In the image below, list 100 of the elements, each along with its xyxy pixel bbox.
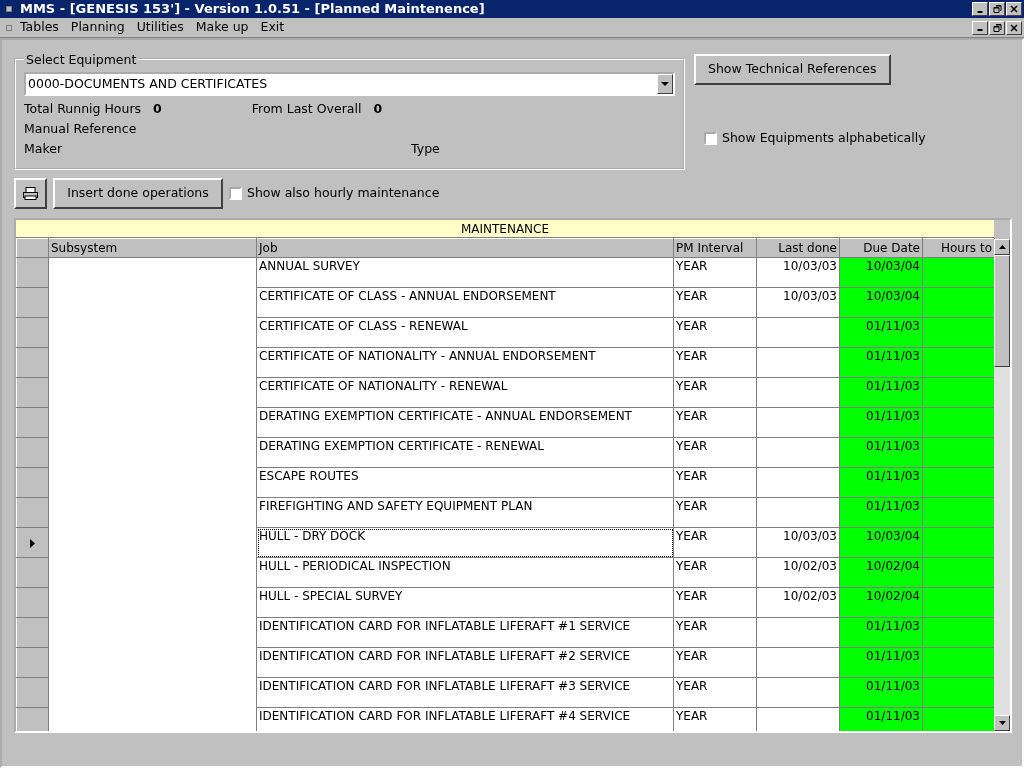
system-menu-icon[interactable] (6, 6, 12, 12)
table-cell: YEAR (673, 287, 757, 318)
menu-item[interactable]: Utilities (136, 18, 184, 37)
table-cell: YEAR (673, 407, 757, 438)
checkbox-label: Show Equipments alphabetically (722, 129, 926, 147)
column-header[interactable]: Due Date (839, 238, 923, 258)
table-cell: YEAR (673, 257, 757, 288)
menu-item[interactable]: Exit (260, 18, 285, 37)
table-cell: IDENTIFICATION CARD FOR INFLATABLE LIFERAFT #3 SERVICE (256, 677, 674, 708)
table-cell: CERTIFICATE OF NATIONALITY - ANNUAL ENDORSEMENT (256, 347, 674, 378)
insert-done-operations-button[interactable]: Insert done operations (53, 178, 223, 209)
table-cell: YEAR (673, 347, 757, 378)
table-cell: YEAR (673, 497, 757, 528)
print-button[interactable] (14, 178, 47, 209)
group-legend: Select Equipment (24, 51, 139, 70)
current-row-icon (30, 538, 35, 548)
checkbox[interactable] (229, 187, 242, 200)
menu-item[interactable]: Planning (70, 18, 125, 37)
minimize-icon (977, 10, 983, 13)
table-cell: YEAR (673, 617, 757, 648)
table-cell: IDENTIFICATION CARD FOR INFLATABLE LIFERAFT #4 SERVICE (256, 707, 674, 731)
table-cell: 10/02/03 (756, 557, 840, 588)
table-cell: CERTIFICATE OF CLASS - RENEWAL (256, 317, 674, 348)
table-cell: 01/11/03 (839, 647, 923, 678)
table-cell: 01/11/03 (839, 347, 923, 378)
table-cell: HULL - DRY DOCK (256, 527, 674, 558)
table-cell: DERATING EXEMPTION CERTIFICATE - RENEWAL (256, 437, 674, 468)
close-button[interactable] (1006, 20, 1022, 35)
table-cell: YEAR (673, 377, 757, 408)
column-header[interactable]: Last done (756, 238, 840, 258)
vertical-scrollbar[interactable] (994, 239, 1010, 731)
table-cell: 10/02/03 (756, 587, 840, 618)
table-cell: 10/03/04 (839, 527, 923, 558)
table-cell: 01/11/03 (839, 437, 923, 468)
field-value: 0 (153, 100, 162, 118)
table-cell: YEAR (673, 437, 757, 468)
table-cell: 10/03/04 (839, 287, 923, 318)
field-label: Manual Reference (24, 121, 137, 136)
column-header[interactable]: Job (256, 238, 674, 258)
restore-icon (992, 5, 1002, 13)
close-icon (1009, 5, 1019, 13)
table-cell: 10/03/03 (756, 527, 840, 558)
table-cell: 10/02/04 (839, 587, 923, 618)
column-header[interactable]: PM Interval (673, 238, 757, 258)
table-cell: HULL - SPECIAL SURVEY (256, 587, 674, 618)
restore-button[interactable] (989, 20, 1005, 35)
table-cell: FIREFIGHTING AND SAFETY EQUIPMENT PLAN (256, 497, 674, 528)
scroll-thumb[interactable] (994, 255, 1010, 367)
table-cell: YEAR (673, 527, 757, 558)
table-cell: IDENTIFICATION CARD FOR INFLATABLE LIFERAFT #2 SERVICE (256, 647, 674, 678)
column-header[interactable]: Hours to (922, 238, 995, 258)
close-button[interactable] (1006, 2, 1022, 16)
table-cell: YEAR (673, 557, 757, 588)
field-label: Type (411, 140, 440, 158)
table-cell: ANNUAL SURVEY (256, 257, 674, 288)
equipment-dropdown[interactable]: 0000-DOCUMENTS AND CERTIFICATES (24, 72, 675, 96)
table-cell: DERATING EXEMPTION CERTIFICATE - ANNUAL ENDORSEMENT (256, 407, 674, 438)
menu-item[interactable]: Tables (20, 18, 59, 37)
restore-icon (992, 23, 1002, 32)
scroll-up-icon[interactable] (998, 245, 1006, 249)
table-cell: YEAR (673, 647, 757, 678)
window-title: MMS - [GENESIS 153'] - Version 1.0.51 - [Planned Maintenence] (20, 0, 485, 19)
table-cell: 01/11/03 (839, 317, 923, 348)
printer-icon (23, 187, 38, 200)
field-value: 0 (373, 100, 383, 118)
table-cell: 10/02/04 (839, 557, 923, 588)
table-cell: YEAR (673, 677, 757, 708)
minimize-icon (977, 29, 983, 31)
table-cell: 10/03/03 (756, 287, 840, 318)
table-cell: 01/11/03 (839, 497, 923, 528)
table-cell: 10/03/04 (839, 257, 923, 288)
field-label: Total Runnig Hours (24, 100, 142, 118)
table-cell: CERTIFICATE OF CLASS - ANNUAL ENDORSEMENT (256, 287, 674, 318)
document-menu-icon[interactable] (6, 24, 12, 31)
minimize-button[interactable] (972, 20, 988, 35)
restore-button[interactable] (989, 2, 1005, 16)
grid-title: MAINTENANCE (16, 220, 994, 238)
field-label: From Last Overall (251, 100, 362, 118)
table-cell: YEAR (673, 587, 757, 618)
show-technical-references-button[interactable]: Show Technical References (694, 54, 891, 85)
table-cell: ESCAPE ROUTES (256, 467, 674, 498)
table-cell: CERTIFICATE OF NATIONALITY - RENEWAL (256, 377, 674, 408)
scroll-down-icon[interactable] (998, 721, 1006, 725)
table-cell: YEAR (673, 467, 757, 498)
table-cell: IDENTIFICATION CARD FOR INFLATABLE LIFERAFT #1 SERVICE (256, 617, 674, 648)
close-icon (1009, 23, 1019, 32)
row-selector[interactable] (16, 527, 49, 558)
checkbox[interactable] (704, 131, 717, 145)
column-header[interactable]: Subsystem (48, 238, 257, 258)
table-cell: 01/11/03 (839, 377, 923, 408)
table-cell: 10/03/03 (756, 257, 840, 288)
menu-item[interactable]: Make up (195, 18, 249, 37)
table-cell: 01/11/03 (839, 467, 923, 498)
table-cell: HULL - PERIODICAL INSPECTION (256, 557, 674, 588)
table-cell: 01/11/03 (839, 617, 923, 648)
table-cell: 01/11/03 (839, 677, 923, 708)
table-cell: 01/11/03 (839, 407, 923, 438)
table-cell: YEAR (673, 317, 757, 348)
checkbox-label: Show also hourly maintenance (247, 184, 440, 203)
minimize-button[interactable] (972, 2, 988, 16)
